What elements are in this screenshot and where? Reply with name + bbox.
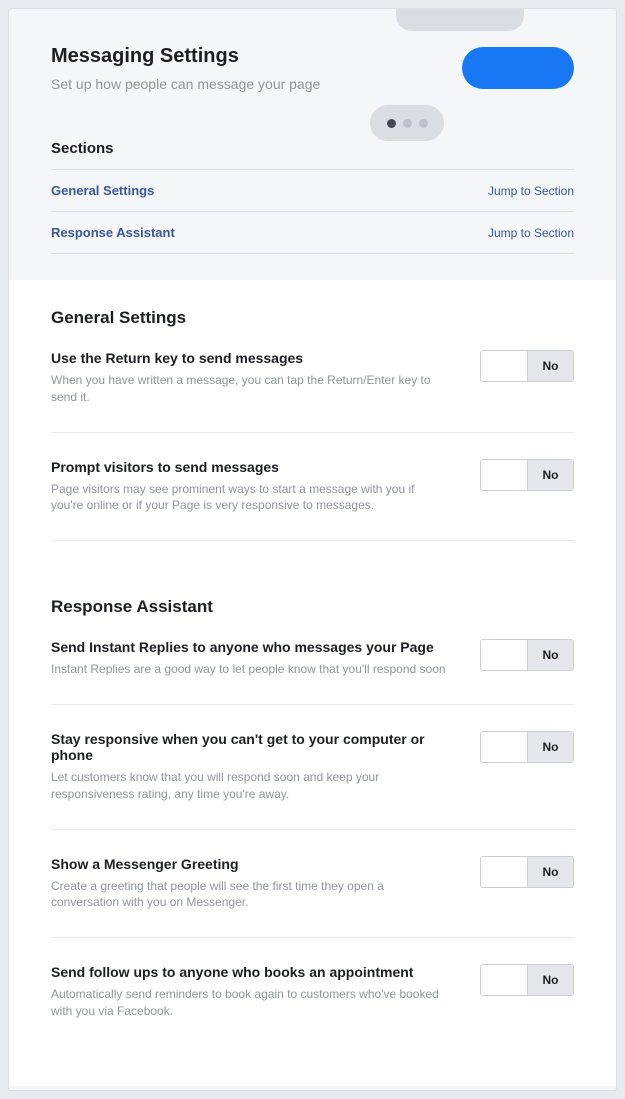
- setting-text: Send Instant Replies to anyone who messa…: [51, 639, 480, 678]
- setting-instant-replies: Send Instant Replies to anyone who messa…: [51, 639, 574, 705]
- setting-text: Prompt visitors to send messages Page vi…: [51, 459, 480, 515]
- setting-desc: Instant Replies are a good way to let pe…: [51, 661, 450, 678]
- setting-desc: Let customers know that you will respond…: [51, 769, 450, 803]
- setting-desc: Create a greeting that people will see t…: [51, 878, 450, 912]
- section-link-label: General Settings: [51, 183, 154, 198]
- toggle-yes: [481, 965, 527, 995]
- sections-list: General Settings Jump to Section Respons…: [51, 169, 574, 254]
- group-heading-general-settings: General Settings: [51, 308, 574, 328]
- section-link-label: Response Assistant: [51, 225, 175, 240]
- toggle-yes: [481, 732, 527, 762]
- toggle-follow-ups[interactable]: No: [480, 964, 574, 996]
- toggle-yes: [481, 460, 527, 490]
- toggle-yes: [481, 351, 527, 381]
- setting-desc: Automatically send reminders to book aga…: [51, 986, 450, 1020]
- setting-return-key: Use the Return key to send messages When…: [51, 350, 574, 433]
- setting-desc: When you have written a message, you can…: [51, 372, 450, 406]
- section-link-response-assistant[interactable]: Response Assistant Jump to Section: [51, 212, 574, 254]
- toggle-no: No: [527, 351, 573, 381]
- toggle-no: No: [527, 460, 573, 490]
- setting-text: Use the Return key to send messages When…: [51, 350, 480, 406]
- jump-to-section-link: Jump to Section: [488, 226, 574, 240]
- toggle-return-key[interactable]: No: [480, 350, 574, 382]
- chat-bubble-blue-icon: [462, 47, 574, 89]
- toggle-no: No: [527, 965, 573, 995]
- settings-panel: General Settings Use the Return key to s…: [9, 280, 616, 1086]
- group-heading-response-assistant: Response Assistant: [51, 597, 574, 617]
- sections-heading: Sections: [51, 140, 574, 169]
- setting-messenger-greeting: Show a Messenger Greeting Create a greet…: [51, 856, 574, 939]
- toggle-no: No: [527, 640, 573, 670]
- setting-title: Send Instant Replies to anyone who messa…: [51, 639, 450, 655]
- setting-prompt-visitors: Prompt visitors to send messages Page vi…: [51, 459, 574, 542]
- header-section: Messaging Settings Set up how people can…: [9, 9, 616, 266]
- chat-bubble-gray-icon: [396, 9, 524, 31]
- setting-text: Send follow ups to anyone who books an a…: [51, 964, 480, 1020]
- toggle-messenger-greeting[interactable]: No: [480, 856, 574, 888]
- setting-text: Stay responsive when you can't get to yo…: [51, 731, 480, 803]
- typing-indicator-icon: [370, 105, 444, 141]
- setting-follow-ups: Send follow ups to anyone who books an a…: [51, 964, 574, 1046]
- messaging-settings-page: Messaging Settings Set up how people can…: [8, 8, 617, 1091]
- setting-title: Show a Messenger Greeting: [51, 856, 450, 872]
- section-link-general-settings[interactable]: General Settings Jump to Section: [51, 170, 574, 212]
- setting-title: Stay responsive when you can't get to yo…: [51, 731, 450, 763]
- setting-title: Send follow ups to anyone who books an a…: [51, 964, 450, 980]
- toggle-stay-responsive[interactable]: No: [480, 731, 574, 763]
- setting-title: Prompt visitors to send messages: [51, 459, 450, 475]
- setting-stay-responsive: Stay responsive when you can't get to yo…: [51, 731, 574, 830]
- setting-title: Use the Return key to send messages: [51, 350, 450, 366]
- toggle-instant-replies[interactable]: No: [480, 639, 574, 671]
- setting-desc: Page visitors may see prominent ways to …: [51, 481, 450, 515]
- jump-to-section-link: Jump to Section: [488, 184, 574, 198]
- toggle-no: No: [527, 732, 573, 762]
- setting-text: Show a Messenger Greeting Create a greet…: [51, 856, 480, 912]
- toggle-no: No: [527, 857, 573, 887]
- toggle-yes: [481, 857, 527, 887]
- toggle-prompt-visitors[interactable]: No: [480, 459, 574, 491]
- toggle-yes: [481, 640, 527, 670]
